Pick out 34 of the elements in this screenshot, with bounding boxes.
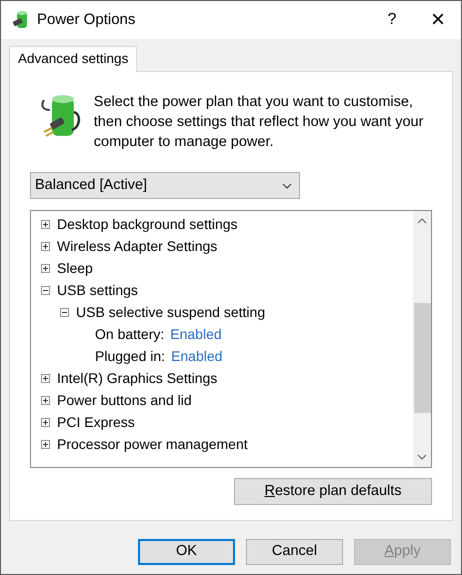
- collapse-icon[interactable]: [41, 286, 50, 294]
- expand-icon[interactable]: [41, 264, 50, 272]
- help-button[interactable]: ?: [369, 1, 415, 39]
- tree-item[interactable]: PCI Express: [57, 412, 135, 432]
- tree-item[interactable]: Processor power management: [57, 434, 248, 454]
- setting-value-link[interactable]: Enabled: [170, 324, 222, 344]
- setting-value-link[interactable]: Enabled: [171, 346, 222, 366]
- tree-item[interactable]: USB settings: [57, 280, 138, 300]
- restore-defaults-button[interactable]: Restore plan defaults: [234, 478, 432, 505]
- scroll-thumb[interactable]: [414, 303, 430, 413]
- tree-item[interactable]: Desktop background settings: [57, 214, 238, 234]
- scrollbar[interactable]: [413, 211, 431, 467]
- expand-icon[interactable]: [41, 242, 50, 250]
- tree-item[interactable]: Wireless Adapter Settings: [57, 236, 218, 256]
- setting-label: On battery:: [95, 324, 164, 344]
- dialog-button[interactable]: OK: [138, 539, 235, 565]
- description-text: Select the power plan that you want to customise, then choose settings that reflect how you want your computer to manage power.: [94, 93, 424, 152]
- tree-item[interactable]: Power buttons and lid: [57, 390, 192, 410]
- expand-icon[interactable]: [41, 220, 50, 228]
- window-title: Power Options: [37, 10, 136, 30]
- plan-dropdown[interactable]: Balanced [Active]: [30, 172, 300, 199]
- tree-item[interactable]: USB selective suspend setting: [76, 302, 266, 322]
- tree-item[interactable]: Sleep: [57, 258, 93, 278]
- tab[interactable]: Advanced settings: [9, 46, 138, 72]
- expand-icon[interactable]: [41, 440, 50, 448]
- expand-icon[interactable]: [41, 374, 50, 382]
- dialog-button[interactable]: Cancel: [246, 539, 343, 565]
- expand-icon[interactable]: [41, 396, 50, 404]
- chevron-down-icon: [282, 182, 292, 188]
- tree-item[interactable]: Intel(R) Graphics Settings: [57, 368, 218, 388]
- expand-icon[interactable]: [41, 418, 50, 426]
- setting-label: Plugged in:: [95, 346, 166, 366]
- collapse-icon[interactable]: [60, 308, 69, 316]
- close-button[interactable]: ×: [415, 1, 461, 39]
